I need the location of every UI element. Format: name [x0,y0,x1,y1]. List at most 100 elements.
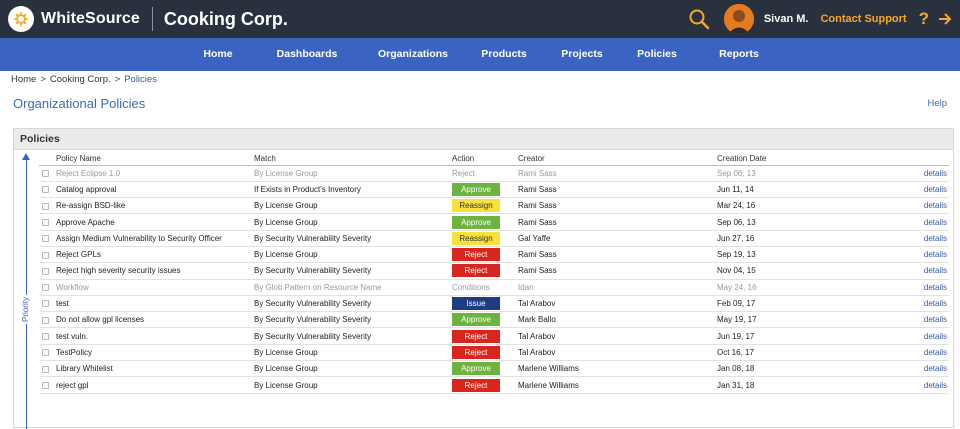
column-header-creator[interactable]: Creator [518,152,717,166]
column-header-creation-date[interactable]: Creation Date [717,152,897,166]
contact-support-link[interactable]: Contact Support [820,13,906,25]
details-cell: details [897,181,949,199]
row-checkbox[interactable] [42,300,49,308]
policies-table-body: Reject Eclipse 1.0 By License Group Reject… [39,165,949,394]
row-checkbox[interactable] [42,365,49,373]
details-link[interactable]: details [924,315,947,324]
row-checkbox[interactable] [42,235,49,243]
creation-date-cell: Jun 11, 14 [717,181,897,199]
details-link[interactable]: details [924,218,947,227]
row-checkbox[interactable] [42,251,49,259]
creation-date-cell: Oct 16, 17 [717,344,897,362]
row-checkbox[interactable] [42,316,49,324]
help-link[interactable]: Help [927,98,947,109]
nav-item-dashboards[interactable]: Dashboards [277,38,338,71]
table-row[interactable]: Reject high severity security issues By S… [39,262,949,280]
details-link[interactable]: details [924,299,947,308]
breadcrumb-home[interactable]: Home [11,74,36,85]
row-checkbox[interactable] [42,218,49,226]
policy-name-cell: TestPolicy [56,344,254,362]
checkbox-cell [39,311,56,329]
action-badge: Reject [452,345,500,359]
creator-cell: Mark Ballo [518,311,717,329]
user-name[interactable]: Sivan M. [764,13,809,25]
logout-icon[interactable] [938,12,952,26]
details-cell: details [897,360,949,378]
row-checkbox[interactable] [42,333,49,340]
table-row[interactable]: Approve Apache By License Group Approve Ram… [39,213,949,231]
checkbox-cell [39,279,56,296]
table-row[interactable]: Library Whitelist By License Group Approve… [39,360,949,378]
creator-cell: Marlene Williams [518,376,717,394]
priority-line [26,159,27,429]
table-row[interactable]: reject gpl By License Group Reject Marlene … [39,376,949,394]
help-icon[interactable]: ? [919,9,929,29]
breadcrumb-separator: > [114,74,121,85]
column-header-policy-name[interactable]: Policy Name [56,152,254,166]
action-badge: Reject [452,329,500,343]
match-cell: By Security Vulnerability Severity [254,327,452,345]
creation-date-cell: Jan 31, 18 [717,376,897,394]
row-checkbox[interactable] [42,170,49,178]
table-row[interactable]: test vuln. By Security Vulnerability Seve… [39,327,949,345]
details-link[interactable]: details [924,364,947,373]
details-cell: details [897,246,949,264]
nav-item-products[interactable]: Products [481,38,527,71]
checkbox-cell [39,246,56,264]
table-row[interactable]: Catalog approval If Exists in Product's I… [39,181,949,199]
action-badge: Reassign [452,199,500,213]
action-cell: Reject [452,344,518,362]
nav-item-policies[interactable]: Policies [637,38,677,71]
details-link[interactable]: details [924,250,947,259]
creation-date-cell: Feb 09, 17 [717,295,897,313]
creation-date-cell: Sep 19, 13 [717,246,897,264]
checkbox-cell [39,327,56,345]
row-checkbox[interactable] [42,349,49,357]
action-badge: Issue [452,297,500,311]
action-cell: Reassign [452,197,518,215]
row-checkbox[interactable] [42,284,49,292]
match-cell: If Exists in Product's Inventory [254,181,452,199]
table-row[interactable]: Reject GPLs By License Group Reject Rami Sa… [39,246,949,264]
details-link[interactable]: details [924,234,947,243]
column-header-match[interactable]: Match [254,152,452,166]
table-row[interactable]: Workflow By Glob Pattern on Resource Name… [39,279,949,296]
nav-item-organizations[interactable]: Organizations [378,38,448,71]
row-checkbox[interactable] [42,381,49,389]
match-cell: By Security Vulnerability Severity [254,230,452,247]
nav-item-reports[interactable]: Reports [719,38,759,71]
nav-item-home[interactable]: Home [203,38,232,71]
details-link[interactable]: details [924,283,947,292]
table-row[interactable]: Assign Medium Vulnerability to Security … [39,230,949,247]
creation-date-cell: Jun 27, 16 [717,230,897,247]
avatar[interactable] [723,4,754,34]
row-checkbox[interactable] [42,202,49,210]
row-checkbox[interactable] [42,267,49,275]
checkbox-cell [39,262,56,280]
action-text: Conditions [452,282,490,292]
match-cell: By License Group [254,360,452,378]
details-link[interactable]: details [924,381,947,390]
table-row[interactable]: Do not allow gpl licenses By Security Vul… [39,311,949,329]
creator-cell: Marlene Williams [518,360,717,378]
column-header-action[interactable]: Action [452,152,518,166]
details-link[interactable]: details [924,201,947,210]
action-badge: Approve [452,313,500,327]
creator-cell: Rami Sass [518,213,717,231]
details-link[interactable]: details [924,348,947,357]
whitesource-logo[interactable]: WhiteSource [8,6,140,32]
details-link[interactable]: details [924,169,947,178]
table-row[interactable]: Re-assign BSD-like By License Group Reassi… [39,197,949,215]
breadcrumb-org[interactable]: Cooking Corp. [50,74,111,85]
details-link[interactable]: details [924,332,947,341]
search-icon[interactable] [688,8,710,30]
table-row[interactable]: test By Security Vulnerability Severity Is… [39,295,949,313]
table-row[interactable]: TestPolicy By License Group Reject Tal Arab… [39,344,949,362]
details-link[interactable]: details [924,185,947,194]
policy-name-cell: Do not allow gpl licenses [56,311,254,329]
details-link[interactable]: details [924,266,947,275]
nav-item-projects[interactable]: Projects [561,38,602,71]
table-row[interactable]: Reject Eclipse 1.0 By License Group Reject… [39,165,949,182]
policy-name-cell: Assign Medium Vulnerability to Security … [56,230,254,247]
row-checkbox[interactable] [42,186,49,194]
